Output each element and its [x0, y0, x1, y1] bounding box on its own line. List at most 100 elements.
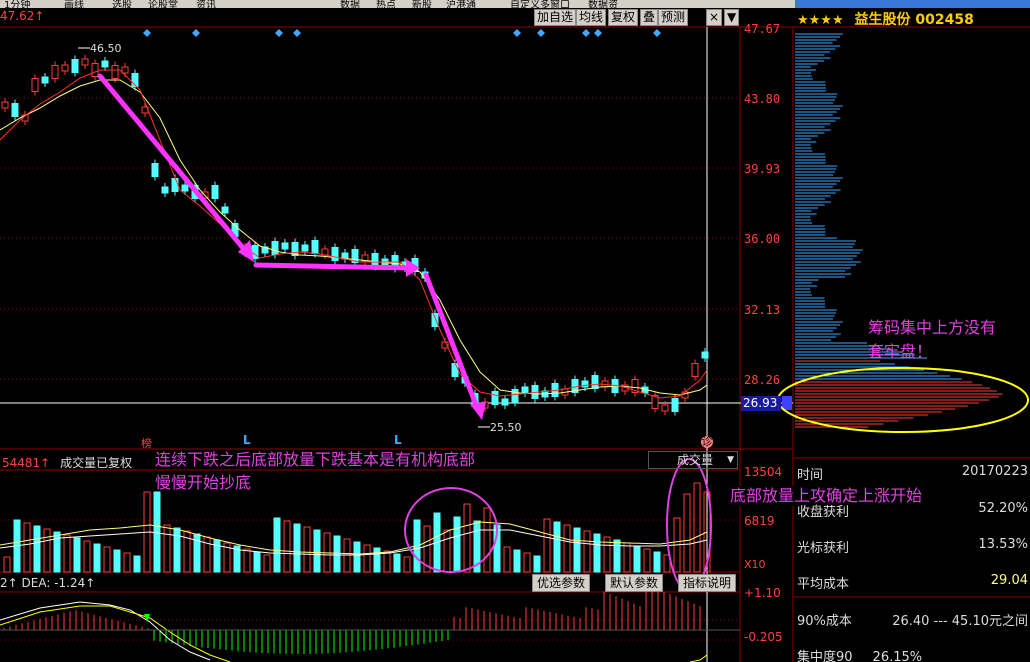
volume-annotation-line1: 连续下跌之后底部放量下跌基本是有机构底部 [155, 450, 476, 469]
volume-header: 54481↑ 成交量已复权 [2, 454, 132, 471]
volume-bar [463, 503, 471, 573]
candle [211, 181, 219, 203]
candle [71, 55, 79, 77]
volume-bar [43, 528, 51, 573]
candle [91, 59, 99, 81]
volume-bar [273, 517, 281, 573]
candle [161, 183, 169, 197]
diagnose-marker[interactable]: 诊 [701, 436, 713, 448]
volume-bar [313, 529, 321, 573]
candle [691, 359, 699, 381]
chip-annotation-line2: 套牢盘！ [868, 342, 933, 361]
current-price-tag: 26.93 [741, 396, 781, 411]
candle [31, 74, 39, 96]
candle [11, 99, 19, 121]
macd-header: 2↑ DEA: -1.24↑ [0, 576, 96, 590]
volume-bar [513, 549, 521, 573]
candle [331, 243, 339, 265]
candle [1, 98, 9, 112]
candle [81, 55, 89, 69]
volume-bar [593, 533, 601, 573]
volume-bar [613, 539, 621, 573]
candle [261, 243, 269, 257]
info-avg-cost: 平均成本 29.04 [797, 573, 1028, 592]
volume-bar [503, 546, 511, 573]
volume-bar [373, 547, 381, 573]
l-marker[interactable]: L [394, 433, 402, 447]
volume-bar [453, 516, 461, 573]
candle [341, 249, 349, 263]
candle [351, 245, 359, 267]
price-tick: 28.26 [744, 373, 781, 387]
candle [281, 239, 289, 253]
volume-bar [173, 527, 181, 573]
volume-bar [693, 482, 701, 573]
candle [491, 387, 499, 409]
volume-bar [523, 552, 531, 573]
indicator-help-button[interactable]: 指标说明 [678, 574, 737, 592]
chevron-down-icon: ▼ [727, 455, 734, 465]
volume-bar [363, 544, 371, 573]
volume-tick: 6819 [744, 514, 775, 528]
candle [521, 383, 529, 397]
volume-bar [243, 548, 251, 573]
volume-bar [293, 523, 301, 573]
default-params-button[interactable]: 默认参数 [605, 574, 664, 592]
volume-bar [403, 556, 411, 573]
volume-bar [573, 527, 581, 573]
info-cost-range: 90%成本 26.40 --- 45.10元之间 [797, 614, 1028, 629]
volume-bar [353, 541, 361, 573]
volume-bar [383, 550, 391, 573]
volume-bar [483, 507, 491, 573]
price-tick: 47.67 [744, 22, 781, 36]
candle [671, 394, 679, 416]
rank-marker[interactable]: 榜 [141, 435, 152, 451]
volume-indicator-dropdown[interactable]: 成交量 ▼ [648, 451, 738, 469]
price-tick: 32.13 [744, 303, 781, 317]
price-tick: 43.80 [744, 92, 781, 106]
volume-bar [263, 554, 271, 573]
volume-multiplier: X10 [744, 558, 766, 571]
info-time: 时间 20170223 [797, 464, 1028, 483]
optimal-params-button[interactable]: 优选参数 [532, 574, 591, 592]
info-cursor-profit: 光标获利 13.53% [797, 537, 1028, 556]
macd-tick: -0.205 [744, 630, 783, 644]
volume-bar [303, 526, 311, 573]
price-tick: 36.00 [744, 232, 781, 246]
high-price-label: 46.50 [90, 42, 122, 55]
volume-bar [583, 530, 591, 573]
volume-bar [563, 524, 571, 573]
volume-bar [643, 548, 651, 573]
volume-bar [253, 551, 261, 573]
volume-bar [653, 551, 661, 573]
volume-bar [63, 534, 71, 573]
volume-bar [283, 520, 291, 573]
volume-label: 成交量已复权 [60, 456, 133, 470]
candle [361, 251, 369, 265]
volume-bar [333, 535, 341, 573]
volume-bar [133, 555, 141, 573]
candle [111, 61, 119, 83]
l-marker[interactable]: L [243, 433, 251, 447]
volume-bar [103, 546, 111, 573]
volume-bar [23, 522, 31, 573]
volume-value: 54481↑ [2, 456, 51, 470]
volume-bar [543, 518, 551, 573]
macd-tick: +1.10 [744, 586, 781, 600]
candle [51, 61, 59, 83]
volume-bar [533, 555, 541, 573]
low-price-label: 25.50 [490, 421, 522, 434]
volume-bar [113, 549, 121, 573]
volume-bar [83, 540, 91, 573]
info-close-profit: 收盘获利 52.20% [797, 501, 1028, 520]
candle [141, 103, 149, 117]
volume-bar [443, 529, 451, 573]
volume-bar [123, 552, 131, 573]
volume-bar [153, 491, 161, 573]
volume-bar [73, 537, 81, 573]
volume-bar [393, 553, 401, 573]
candle [311, 236, 319, 258]
volume-bar [163, 524, 171, 573]
chip-annotation-line1: 筹码集中上方没有 [868, 318, 997, 337]
volume-tick: 13504 [744, 465, 783, 479]
